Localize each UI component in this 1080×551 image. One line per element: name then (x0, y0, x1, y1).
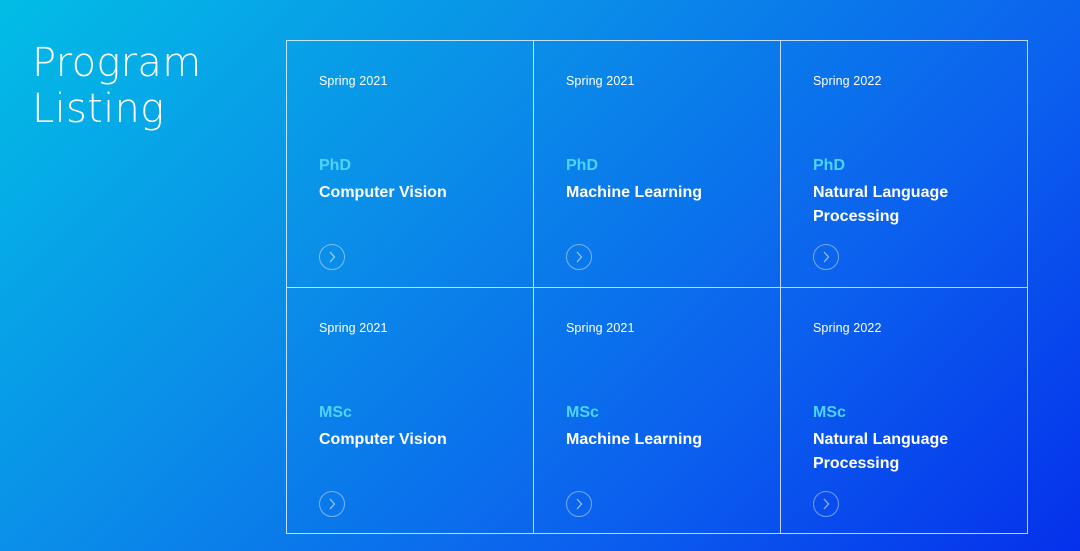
program-card-msc-natural-language-processing[interactable]: Spring 2022 MSc Natural Language Process… (781, 287, 1028, 534)
program-term: Spring 2021 (319, 320, 388, 335)
program-name: Natural Language Processing (813, 430, 949, 472)
program-degree: MSc (319, 403, 352, 421)
program-name: Computer Vision (319, 184, 447, 201)
program-card-phd-machine-learning[interactable]: Spring 2021 PhD Machine Learning (534, 41, 781, 288)
program-term: Spring 2021 (319, 74, 388, 88)
program-card-phd-computer-vision[interactable]: Spring 2021 PhD Computer Vision (287, 41, 534, 288)
chevron-right-circle-icon[interactable] (319, 244, 345, 270)
program-term: Spring 2021 (566, 74, 635, 88)
chevron-right-circle-icon[interactable] (566, 490, 592, 517)
program-degree: MSc (813, 403, 846, 421)
program-term: Spring 2022 (813, 74, 882, 88)
program-term: Spring 2022 (813, 320, 882, 335)
program-name: Machine Learning (566, 184, 703, 201)
program-name: Machine Learning (566, 430, 703, 448)
program-name: Computer Vision (319, 430, 447, 448)
program-degree: PhD (319, 157, 351, 174)
program-term: Spring 2021 (566, 320, 635, 335)
program-degree: PhD (813, 157, 845, 174)
program-degree: PhD (566, 157, 598, 174)
page-title: Program Listing (32, 40, 202, 132)
chevron-right-circle-icon[interactable] (566, 244, 592, 270)
chevron-right-circle-icon[interactable] (813, 244, 839, 270)
program-name: Natural Language Processing (813, 184, 949, 225)
program-grid: Spring 2021 PhD Computer Vision Spring 2… (286, 40, 1028, 534)
chevron-right-circle-icon[interactable] (813, 490, 839, 517)
program-degree: MSc (566, 403, 599, 421)
program-card-msc-machine-learning[interactable]: Spring 2021 MSc Machine Learning (534, 287, 781, 534)
program-card-phd-natural-language-processing[interactable]: Spring 2022 PhD Natural Language Process… (781, 41, 1028, 288)
program-card-msc-computer-vision[interactable]: Spring 2021 MSc Computer Vision (287, 287, 534, 534)
chevron-right-circle-icon[interactable] (319, 490, 345, 517)
